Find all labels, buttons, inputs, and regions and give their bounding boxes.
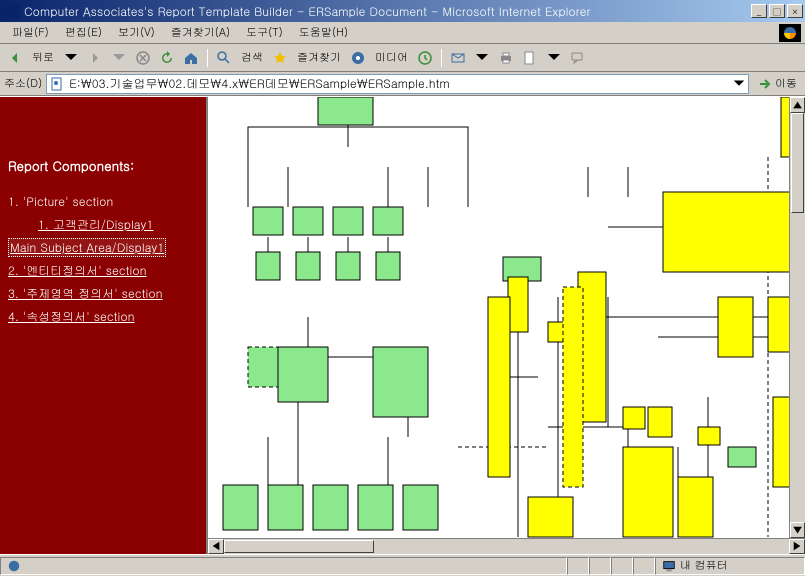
status-bar: 내 컴퓨터 [0, 554, 805, 576]
forward-dropdown[interactable] [108, 47, 130, 69]
sidebar-link[interactable]: 2. '엔티티정의서' section [8, 262, 147, 279]
address-input[interactable]: E:\03.기술업무\02.데모\4.x\ER데모\ERSample\ERSam… [46, 74, 749, 94]
menu-favorites[interactable]: 즐겨찾기(A) [163, 23, 238, 42]
forward-button[interactable] [84, 47, 106, 69]
address-bar: 주소(D) E:\03.기술업무\02.데모\4.x\ER데모\ERSample… [0, 72, 805, 96]
favorites-button[interactable] [269, 47, 291, 69]
sidebar-link[interactable]: 3. '주제영역 정의서' section [8, 285, 163, 302]
status-left [0, 557, 567, 575]
media-label: 미디어 [371, 50, 412, 65]
ie-logo-icon [779, 24, 801, 42]
edit-button[interactable] [519, 47, 541, 69]
back-dropdown[interactable] [60, 47, 82, 69]
page-icon [49, 76, 65, 92]
menu-file[interactable]: 파일(F) [4, 23, 57, 42]
sidebar-header: Report Components: [8, 156, 198, 175]
search-button[interactable] [213, 47, 235, 69]
menu-edit[interactable]: 편집(E) [57, 23, 110, 42]
toolbar-separator [441, 49, 442, 67]
title-bar: Computer Associates's Report Template Bu… [0, 0, 805, 22]
minimize-button[interactable]: _ [751, 4, 767, 18]
toolbar-separator [207, 49, 208, 67]
history-button[interactable] [414, 47, 436, 69]
status-cell [611, 557, 633, 575]
scroll-thumb[interactable] [224, 540, 374, 553]
mail-dropdown[interactable] [471, 47, 493, 69]
refresh-button[interactable] [156, 47, 178, 69]
search-label: 검색 [237, 50, 267, 65]
back-button[interactable] [4, 47, 26, 69]
ie-small-icon [7, 559, 21, 573]
maximize-button[interactable]: □ [769, 4, 785, 18]
status-cell [633, 557, 655, 575]
discuss-button[interactable] [567, 47, 589, 69]
sidebar-link[interactable]: 4. '속성정의서' section [8, 308, 135, 325]
status-cell [589, 557, 611, 575]
favorites-label: 즐겨찾기 [293, 50, 345, 65]
scroll-thumb[interactable] [791, 113, 804, 213]
home-button[interactable] [180, 47, 202, 69]
back-label: 뒤로 [28, 50, 58, 65]
address-text: E:\03.기술업무\02.데모\4.x\ER데모\ERSample\ERSam… [69, 75, 728, 92]
app-icon [4, 3, 20, 19]
sidebar-item: 1. 고객관리/Display1 [8, 216, 198, 233]
scroll-up-icon[interactable]: ▲ [790, 97, 805, 113]
address-dropdown[interactable] [732, 77, 746, 91]
stop-button[interactable] [132, 47, 154, 69]
print-button[interactable] [495, 47, 517, 69]
mail-button[interactable] [447, 47, 469, 69]
scroll-down-icon[interactable]: ▼ [790, 522, 805, 538]
sidebar-link-selected[interactable]: Main Subject Area/Display1 [8, 238, 166, 257]
menu-view[interactable]: 보기(V) [110, 23, 163, 42]
edit-dropdown[interactable] [543, 47, 565, 69]
go-button[interactable]: 이동 [753, 76, 801, 92]
er-diagram[interactable]: ▲ ▼ ◀ ▶ [206, 97, 805, 554]
close-button[interactable]: × [787, 4, 803, 18]
sidebar-item: 3. '주제영역 정의서' section [8, 285, 198, 302]
sidebar-link[interactable]: 1. 고객관리/Display1 [38, 216, 153, 233]
menu-bar: 파일(F) 편집(E) 보기(V) 즐겨찾기(A) 도구(T) 도움말(H) [0, 22, 805, 44]
computer-icon [662, 559, 676, 573]
sidebar-item: 1. 'Picture' section [8, 193, 198, 210]
address-label: 주소(D) [4, 76, 42, 91]
sidebar-item: 2. '엔티티정의서' section [8, 262, 198, 279]
vertical-scrollbar[interactable]: ▲ ▼ [789, 97, 805, 538]
media-button[interactable] [347, 47, 369, 69]
menu-help[interactable]: 도움말(H) [291, 23, 356, 42]
menu-tools[interactable]: 도구(T) [238, 23, 291, 42]
sidebar-item: 4. '속성정의서' section [8, 308, 198, 325]
scroll-right-icon[interactable]: ▶ [789, 539, 805, 554]
sidebar-item: Main Subject Area/Display1 [8, 239, 198, 256]
window-title: Computer Associates's Report Template Bu… [24, 3, 751, 20]
scroll-left-icon[interactable]: ◀ [208, 539, 224, 554]
status-zone: 내 컴퓨터 [655, 557, 805, 575]
status-cell [567, 557, 589, 575]
content-area: Report Components: 1. 'Picture' section … [0, 96, 805, 554]
horizontal-scrollbar[interactable]: ◀ ▶ [208, 538, 805, 554]
toolbar: 뒤로 검색 즐겨찾기 미디어 [0, 44, 805, 72]
sidebar: Report Components: 1. 'Picture' section … [0, 97, 206, 554]
go-label: 이동 [775, 76, 797, 91]
